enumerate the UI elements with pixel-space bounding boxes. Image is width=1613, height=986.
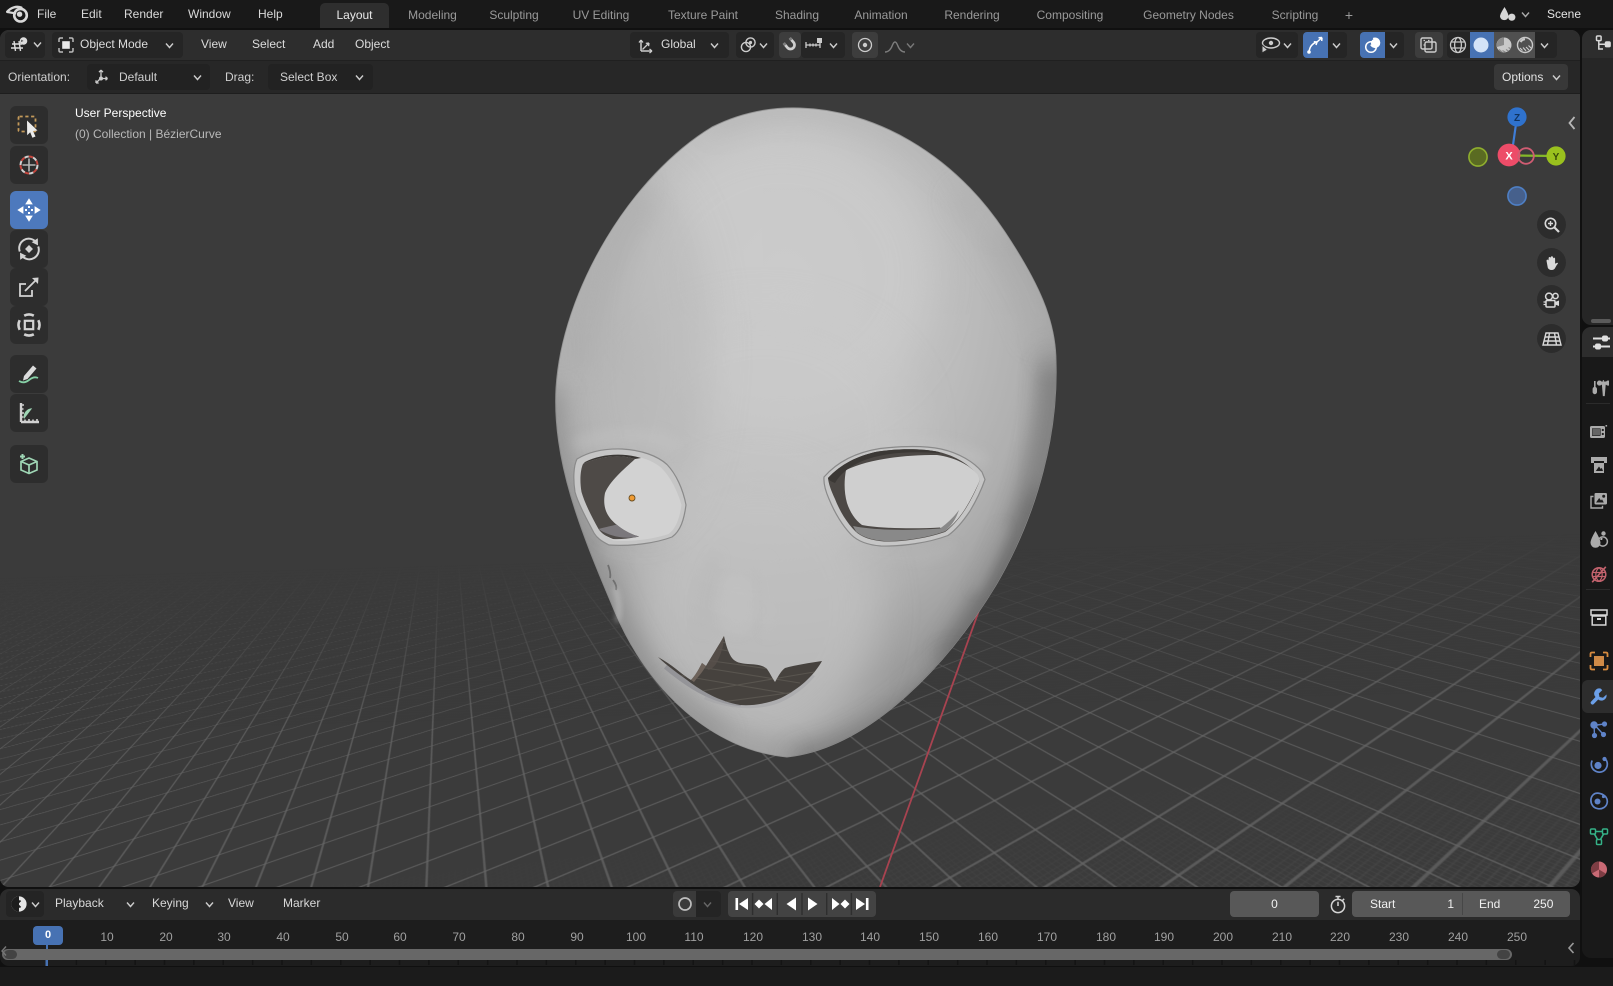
svg-text:Z: Z [1514, 113, 1520, 124]
svg-text:Y: Y [1553, 152, 1560, 163]
svg-text:X: X [1505, 150, 1513, 162]
